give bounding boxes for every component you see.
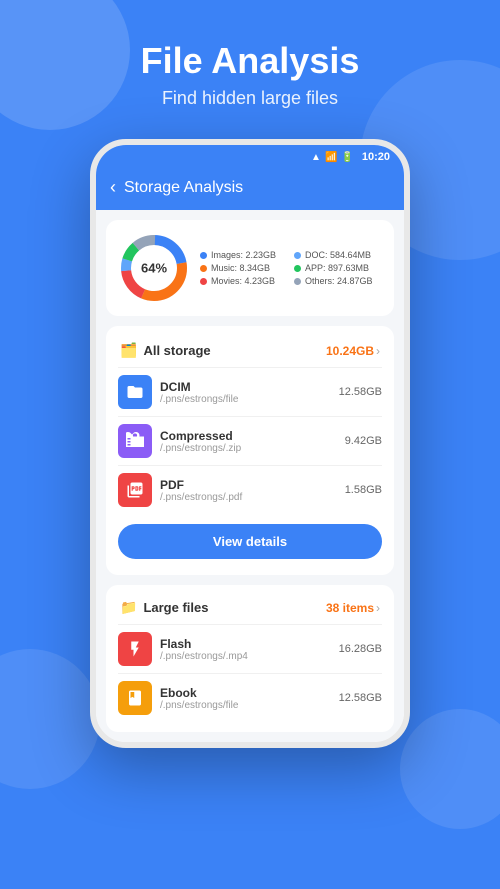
flash-path: /.pns/estrongs/.mp4 <box>160 651 331 662</box>
flash-info: Flash /.pns/estrongs/.mp4 <box>160 637 331 662</box>
all-storage-arrow: › <box>376 344 380 358</box>
all-storage-size: 10.24GB <box>326 344 374 358</box>
file-item-flash[interactable]: Flash /.pns/estrongs/.mp4 16.28GB <box>118 624 382 673</box>
legend-dot-doc <box>294 252 301 259</box>
large-files-icon: 📁 <box>120 599 137 616</box>
page-subtitle: Find hidden large files <box>30 88 470 109</box>
compressed-size: 9.42GB <box>345 435 382 447</box>
compressed-path: /.pns/estrongs/.zip <box>160 443 337 454</box>
large-files-title: Large files <box>143 600 208 615</box>
legend-label-images: Images: 2.23GB <box>211 250 276 260</box>
ebook-icon <box>118 681 152 715</box>
pdf-size: 1.58GB <box>345 484 382 496</box>
all-storage-card: 🗂️ All storage 10.24GB › <box>106 326 394 575</box>
legend-images: Images: 2.23GB <box>200 250 288 260</box>
legend-label-doc: DOC: 584.64MB <box>305 250 371 260</box>
status-time: 10:20 <box>362 151 390 163</box>
legend-app: APP: 897.63MB <box>294 263 382 273</box>
dcim-name: DCIM <box>160 380 331 394</box>
pdf-path: /.pns/estrongs/.pdf <box>160 492 337 503</box>
battery-icon: 🔋 <box>341 152 353 163</box>
donut-chart: 64% <box>118 232 190 304</box>
ebook-info: Ebook /.pns/estrongs/file <box>160 686 331 711</box>
legend-label-movies: Movies: 4.23GB <box>211 276 275 286</box>
flash-icon <box>118 632 152 666</box>
legend-dot-app <box>294 265 301 272</box>
dcim-icon <box>118 375 152 409</box>
phone-body: ▲ 📶 🔋 10:20 ‹ Storage Analysis <box>90 139 410 748</box>
legend-movies: Movies: 4.23GB <box>200 276 288 286</box>
pdf-info: PDF /.pns/estrongs/.pdf <box>160 478 337 503</box>
ebook-name: Ebook <box>160 686 331 700</box>
all-storage-icon: 🗂️ <box>120 342 137 359</box>
legend-label-music: Music: 8.34GB <box>211 263 270 273</box>
large-files-title-row: 📁 Large files <box>120 599 208 616</box>
status-bar: ▲ 📶 🔋 10:20 <box>96 145 404 169</box>
file-item-pdf[interactable]: PDF /.pns/estrongs/.pdf 1.58GB <box>118 465 382 514</box>
large-files-count: 38 items <box>326 601 374 615</box>
page-header: File Analysis Find hidden large files <box>0 0 500 129</box>
legend-dot-movies <box>200 278 207 285</box>
phone-content: 64% Images: 2.23GB DOC: 584.64MB <box>96 210 404 742</box>
dcim-size: 12.58GB <box>339 386 382 398</box>
legend-label-others: Others: 24.87GB <box>305 276 373 286</box>
file-item-ebook[interactable]: Ebook /.pns/estrongs/file 12.58GB <box>118 673 382 722</box>
view-details-button[interactable]: View details <box>118 524 382 559</box>
large-files-card: 📁 Large files 38 items › <box>106 585 394 732</box>
large-files-header: 📁 Large files 38 items › <box>118 595 382 624</box>
app-header: ‹ Storage Analysis <box>96 169 404 210</box>
donut-percentage: 64% <box>141 261 167 276</box>
pdf-icon <box>118 473 152 507</box>
all-storage-meta[interactable]: 10.24GB › <box>326 344 380 358</box>
dcim-path: /.pns/estrongs/file <box>160 394 331 405</box>
file-item-dcim[interactable]: DCIM /.pns/estrongs/file 12.58GB <box>118 367 382 416</box>
dcim-info: DCIM /.pns/estrongs/file <box>160 380 331 405</box>
all-storage-header: 🗂️ All storage 10.24GB › <box>118 338 382 367</box>
phone-mockup: ▲ 📶 🔋 10:20 ‹ Storage Analysis <box>0 139 500 748</box>
pdf-name: PDF <box>160 478 337 492</box>
ebook-size: 12.58GB <box>339 692 382 704</box>
back-button[interactable]: ‹ <box>110 177 116 198</box>
legend-label-app: APP: 897.63MB <box>305 263 369 273</box>
flash-name: Flash <box>160 637 331 651</box>
compressed-icon <box>118 424 152 458</box>
legend-dot-others <box>294 278 301 285</box>
compressed-name: Compressed <box>160 429 337 443</box>
all-storage-title: All storage <box>143 343 210 358</box>
storage-chart-card: 64% Images: 2.23GB DOC: 584.64MB <box>106 220 394 316</box>
page-title: File Analysis <box>30 40 470 82</box>
ebook-path: /.pns/estrongs/file <box>160 700 331 711</box>
legend-doc: DOC: 584.64MB <box>294 250 382 260</box>
all-storage-title-row: 🗂️ All storage <box>120 342 211 359</box>
file-item-compressed[interactable]: Compressed /.pns/estrongs/.zip 9.42GB <box>118 416 382 465</box>
signal-icon: 📶 <box>325 152 337 163</box>
legend-music: Music: 8.34GB <box>200 263 288 273</box>
legend-dot-music <box>200 265 207 272</box>
large-files-meta[interactable]: 38 items › <box>326 601 380 615</box>
compressed-info: Compressed /.pns/estrongs/.zip <box>160 429 337 454</box>
chart-section: 64% Images: 2.23GB DOC: 584.64MB <box>118 232 382 304</box>
chart-legend: Images: 2.23GB DOC: 584.64MB Music: 8.34… <box>200 250 382 286</box>
legend-dot-images <box>200 252 207 259</box>
app-header-title: Storage Analysis <box>124 179 243 197</box>
wifi-icon: ▲ <box>311 152 321 163</box>
large-files-arrow: › <box>376 601 380 615</box>
flash-size: 16.28GB <box>339 643 382 655</box>
legend-others: Others: 24.87GB <box>294 276 382 286</box>
status-icons: ▲ 📶 🔋 10:20 <box>311 151 390 163</box>
